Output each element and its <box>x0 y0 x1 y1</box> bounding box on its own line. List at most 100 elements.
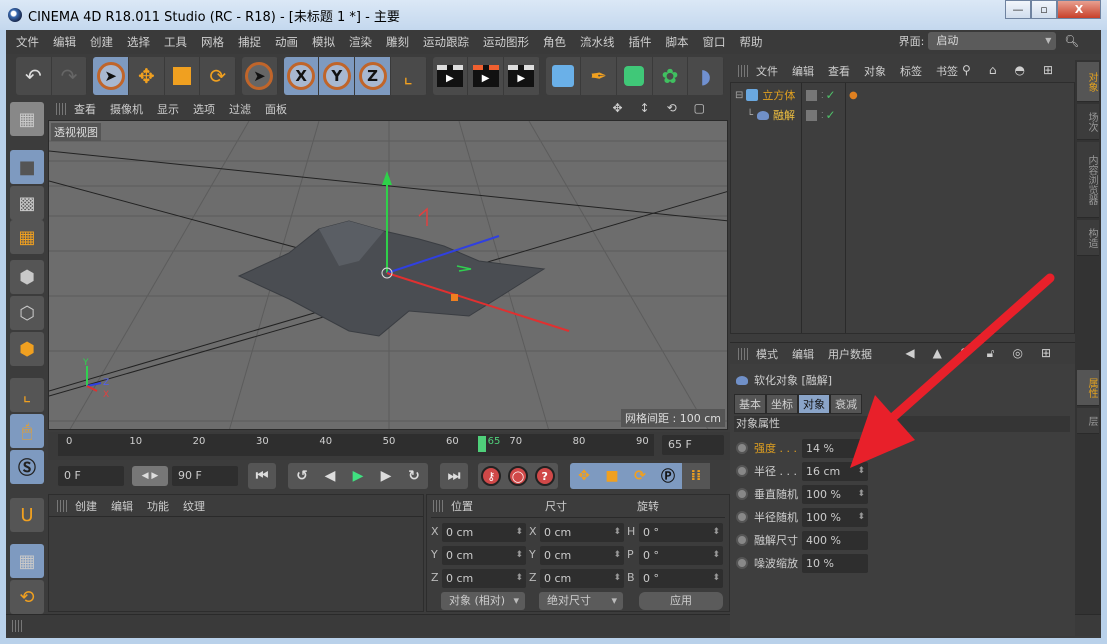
snap-button[interactable]: Ⓢ <box>10 450 44 484</box>
visibility-dots-icon[interactable]: ⁚ <box>821 91 824 100</box>
dolly-icon[interactable]: ↕ <box>640 101 653 115</box>
material-tag-icon[interactable]: ● <box>849 90 858 101</box>
prev-key-button[interactable]: ↺ <box>288 463 316 489</box>
size-mode-dropdown[interactable]: 绝对尺寸 <box>539 592 623 610</box>
perspective-viewport[interactable]: Y Z X 透视视图 网格间距 : 100 cm <box>48 120 728 430</box>
enabled-check-icon[interactable]: ✓ <box>826 88 836 102</box>
om-menu-file[interactable]: 文件 <box>756 63 778 79</box>
minimize-button[interactable]: — <box>1005 0 1031 19</box>
eye-icon[interactable]: ◓ <box>1014 63 1028 77</box>
menu-mograph[interactable]: 运动图形 <box>483 34 529 50</box>
keyframe-selection-button[interactable]: ? <box>534 466 555 486</box>
material-menu-edit[interactable]: 编辑 <box>111 498 133 514</box>
recent-tool-button[interactable]: ➤ <box>242 57 278 95</box>
rot-h-field[interactable]: 0 ° <box>639 523 723 542</box>
menu-script[interactable]: 脚本 <box>666 34 689 50</box>
go-to-end-button[interactable]: ⏭ <box>440 463 468 489</box>
tab-basic[interactable]: 基本 <box>734 394 766 414</box>
render-view-button[interactable]: ▶ <box>433 57 469 95</box>
animate-radio[interactable] <box>736 557 748 569</box>
am-menu-edit[interactable]: 编辑 <box>792 346 814 362</box>
menu-create[interactable]: 创建 <box>90 34 113 50</box>
rotate-tool-button[interactable]: ⟳ <box>200 57 237 95</box>
om-menu-bookmarks[interactable]: 书签 <box>936 63 958 79</box>
orbit-icon[interactable]: ⟲ <box>667 101 680 115</box>
back-arrow-icon[interactable]: ◀ <box>905 346 918 360</box>
pan-icon[interactable]: ✥ <box>612 101 625 115</box>
model-mode-button[interactable]: ■ <box>10 150 44 184</box>
magnet-button[interactable]: U <box>10 498 44 532</box>
undo-button[interactable]: ↶ <box>16 57 52 95</box>
range-slider-button[interactable]: ◀ ▶ <box>132 466 168 486</box>
animate-radio[interactable] <box>736 465 748 477</box>
viewport-menu-view[interactable]: 查看 <box>74 101 96 117</box>
search-icon[interactable]: 🔍︎ <box>1064 34 1079 48</box>
animate-radio[interactable] <box>736 442 748 454</box>
am-menu-mode[interactable]: 模式 <box>756 346 778 362</box>
key-rotation-button[interactable]: ⟳ <box>626 463 654 489</box>
menu-simulate[interactable]: 模拟 <box>312 34 335 50</box>
home-icon[interactable]: ⌂ <box>989 63 1001 77</box>
viewport-menu-display[interactable]: 显示 <box>157 101 179 117</box>
tab-falloff[interactable]: 衰减 <box>830 394 862 414</box>
menu-animate[interactable]: 动画 <box>275 34 298 50</box>
current-frame-field[interactable]: 65 F <box>662 435 724 455</box>
tab-object[interactable]: 对象 <box>798 394 830 414</box>
menu-edit[interactable]: 编辑 <box>53 34 76 50</box>
param-value-field[interactable]: 400 % <box>802 530 868 550</box>
y-axis-arrow[interactable] <box>382 171 392 185</box>
panel-grip[interactable] <box>738 65 748 77</box>
menu-render[interactable]: 渲染 <box>349 34 372 50</box>
new-window-icon[interactable]: ⊞ <box>1043 63 1057 77</box>
search-icon[interactable]: ⚲ <box>962 63 975 77</box>
param-value-field[interactable]: 100 % <box>802 484 868 504</box>
playhead[interactable] <box>477 436 486 452</box>
viewport-menu-options[interactable]: 选项 <box>193 101 215 117</box>
menu-mesh[interactable]: 网格 <box>201 34 224 50</box>
param-value-field[interactable]: 10 % <box>802 553 868 573</box>
rot-b-field[interactable]: 0 ° <box>639 569 723 588</box>
size-x-field[interactable]: 0 cm <box>540 523 624 542</box>
prev-frame-button[interactable]: ◀ <box>316 463 344 489</box>
param-value-field[interactable]: 100 % <box>802 507 868 527</box>
viewport-menu-filter[interactable]: 过滤 <box>229 101 251 117</box>
redo-button[interactable]: ↷ <box>52 57 88 95</box>
panel-grip[interactable] <box>57 499 67 512</box>
panel-grip[interactable] <box>12 620 22 632</box>
next-frame-button[interactable]: ▶ <box>372 463 400 489</box>
visibility-dots-icon[interactable]: ⁚ <box>821 111 824 120</box>
coordinate-system-button[interactable]: ⌞ <box>391 57 427 95</box>
scale-tool-button[interactable] <box>165 57 201 95</box>
x-axis-button[interactable]: X <box>283 57 320 95</box>
record-key-button[interactable]: ⚷ <box>481 466 502 486</box>
add-spline-button[interactable]: ✒ <box>581 57 617 95</box>
side-tab-layers[interactable]: 层 <box>1077 408 1099 434</box>
tab-coord[interactable]: 坐标 <box>766 394 798 414</box>
pos-z-field[interactable]: 0 cm <box>442 569 526 588</box>
axis-mode-button[interactable]: ⌞ <box>10 378 44 412</box>
om-menu-edit[interactable]: 编辑 <box>792 63 814 79</box>
add-deformer-button[interactable]: ◗ <box>688 57 724 95</box>
animate-radio[interactable] <box>736 534 748 546</box>
side-tab-takes[interactable]: 场次 <box>1077 104 1099 140</box>
rot-p-field[interactable]: 0 ° <box>639 546 723 565</box>
menu-plugins[interactable]: 插件 <box>629 34 652 50</box>
am-menu-userdata[interactable]: 用户数据 <box>828 346 872 362</box>
size-z-field[interactable]: 0 cm <box>540 569 624 588</box>
add-array-button[interactable]: ✿ <box>653 57 689 95</box>
side-tab-objects[interactable]: 对象 <box>1077 62 1099 102</box>
menu-pipeline[interactable]: 流水线 <box>580 34 615 50</box>
start-frame-field[interactable]: 0 F <box>58 466 124 486</box>
close-button[interactable]: X <box>1057 0 1101 19</box>
size-y-field[interactable]: 0 cm <box>540 546 624 565</box>
menu-snap[interactable]: 捕捉 <box>238 34 261 50</box>
next-key-button[interactable]: ↻ <box>400 463 428 489</box>
menu-character[interactable]: 角色 <box>543 34 566 50</box>
key-position-button[interactable]: ✥ <box>570 463 598 489</box>
target-icon[interactable]: ◎ <box>1012 346 1026 360</box>
points-mode-button[interactable]: ⬢ <box>10 260 44 294</box>
panel-grip[interactable] <box>433 500 443 512</box>
timeline-ruler[interactable]: 0 10 20 30 40 50 60 65 70 80 90 <box>58 434 654 456</box>
side-tab-structure[interactable]: 构造 <box>1077 220 1099 256</box>
layer-icon[interactable] <box>806 89 817 101</box>
